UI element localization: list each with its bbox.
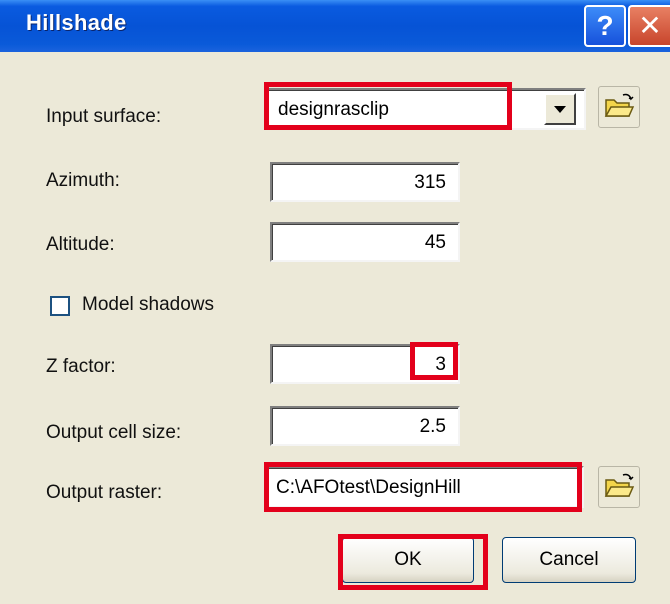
- open-folder-icon: [604, 93, 635, 117]
- model-shadows-label: Model shadows: [82, 294, 215, 315]
- help-icon[interactable]: ?: [584, 5, 626, 47]
- output-raster-highlight: [264, 462, 582, 512]
- output-raster-browse-button[interactable]: [598, 466, 640, 508]
- z-factor-label: Z factor:: [46, 356, 116, 377]
- title-bar[interactable]: Hillshade ? ✕: [0, 0, 670, 52]
- model-shadows-checkbox[interactable]: [50, 296, 70, 316]
- ok-button-highlight: [338, 534, 488, 590]
- open-folder-icon: [604, 473, 635, 497]
- altitude-label: Altitude:: [46, 234, 115, 255]
- close-icon[interactable]: ✕: [628, 5, 670, 47]
- dropdown-arrow-icon: [554, 106, 566, 113]
- cancel-button[interactable]: Cancel: [502, 537, 636, 583]
- z-factor-highlight: [410, 342, 458, 380]
- azimuth-label: Azimuth:: [46, 170, 120, 191]
- dialog-title: Hillshade: [26, 10, 127, 35]
- input-surface-highlight: [264, 82, 512, 130]
- output-cell-size-value: 2.5: [419, 416, 446, 437]
- output-cell-size-label: Output cell size:: [46, 422, 182, 443]
- altitude-input[interactable]: 45: [270, 222, 460, 262]
- hillshade-dialog: Hillshade ? ✕ Input surface: designrascl…: [0, 0, 670, 604]
- altitude-value: 45: [424, 232, 446, 253]
- azimuth-input[interactable]: 315: [270, 162, 460, 202]
- output-raster-label: Output raster:: [46, 482, 163, 503]
- dropdown-arrow-button[interactable]: [544, 93, 576, 125]
- input-surface-browse-button[interactable]: [598, 86, 640, 128]
- input-surface-label: Input surface:: [46, 106, 162, 127]
- output-cell-size-input[interactable]: 2.5: [270, 406, 460, 446]
- azimuth-value: 315: [414, 172, 446, 193]
